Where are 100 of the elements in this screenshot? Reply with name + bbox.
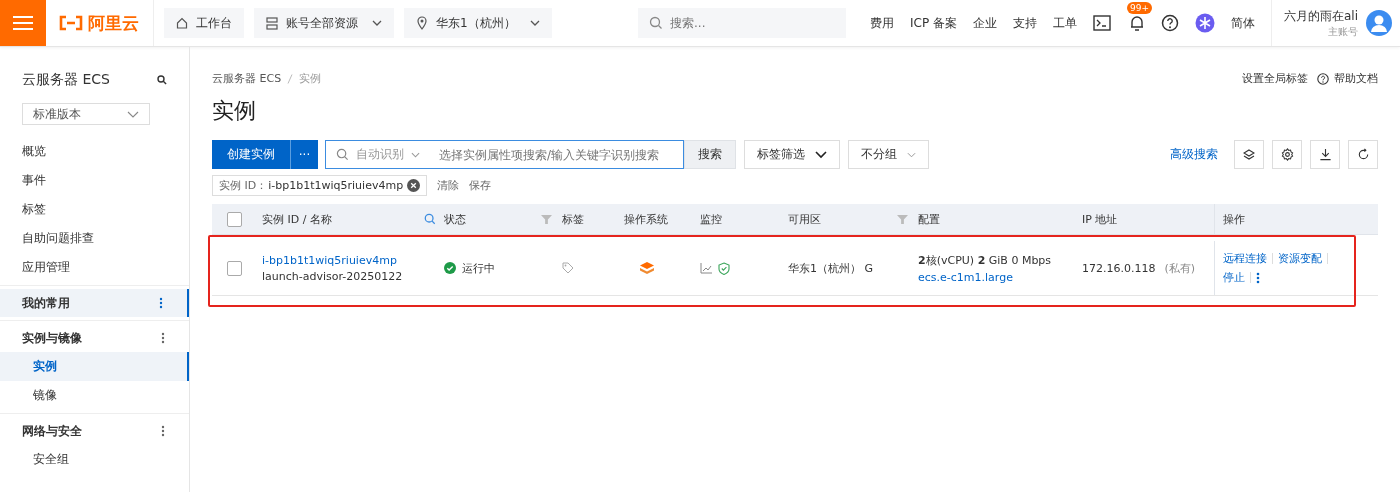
caret-icon <box>529 20 540 26</box>
layers-icon <box>1243 148 1255 161</box>
user-name: 六月的雨在ali <box>1283 7 1358 25</box>
refresh-icon <box>1356 148 1370 161</box>
advanced-search-link[interactable]: 高级搜索 <box>1170 146 1218 163</box>
sidebar-item[interactable]: 标签 <box>0 195 189 224</box>
search-icon[interactable] <box>157 75 167 85</box>
column-header: 监控 <box>700 211 722 227</box>
terminal-icon[interactable] <box>1092 15 1111 31</box>
column-header: 可用区 <box>788 211 821 227</box>
top-link[interactable]: 工单 <box>1052 14 1077 32</box>
layers-icon <box>640 261 654 275</box>
caret-icon <box>372 20 382 26</box>
column-header: 标签 <box>562 211 584 227</box>
caret-icon <box>411 151 420 158</box>
zone-text: 华东1（杭州） G <box>788 260 874 276</box>
sidebar-group[interactable]: 网络与安全 <box>0 417 189 445</box>
layers-button[interactable] <box>1234 140 1264 169</box>
user-role: 主账号 <box>1328 24 1358 39</box>
shield-icon[interactable] <box>718 261 730 275</box>
ip-kind: (私有) <box>1164 260 1196 276</box>
group-select[interactable]: 不分组 <box>848 140 929 169</box>
version-select[interactable]: 标准版本 <box>22 103 150 125</box>
top-link[interactable]: 支持 <box>1012 14 1037 32</box>
action-link[interactable]: 停止 <box>1223 270 1245 285</box>
top-link[interactable]: 费用 <box>870 14 894 32</box>
action-link[interactable]: 远程连接 <box>1223 251 1267 266</box>
logo-icon <box>58 15 84 31</box>
page-title: 实例 <box>212 97 257 125</box>
sidebar-item[interactable]: 自助问题排查 <box>0 224 189 253</box>
instance-type-link[interactable]: ecs.e-c1m1.large <box>918 270 1013 284</box>
notification-badge: 99+ <box>1126 2 1152 14</box>
bell-icon[interactable] <box>1128 14 1145 32</box>
column-header: 状态 <box>444 211 466 227</box>
help-icon <box>1317 72 1329 85</box>
sidebar-item[interactable]: 事件 <box>0 166 189 195</box>
caret-icon <box>127 110 139 118</box>
filter-value: i-bp1b1t1wiq5riuiev4mp <box>268 179 404 192</box>
menu-button[interactable] <box>0 0 46 46</box>
more-button[interactable]: ··· <box>290 140 318 169</box>
clear-link[interactable]: 清除 <box>437 178 460 193</box>
sidebar-item[interactable]: 镜像 <box>0 381 189 410</box>
sidebar-item[interactable]: 应用管理 <box>0 253 189 282</box>
column-header: 实例 ID / 名称 <box>262 211 332 227</box>
sidebar-item[interactable]: 概览 <box>0 137 189 166</box>
settings-button[interactable] <box>1272 140 1302 169</box>
instance-name: launch-advisor-20250122 <box>262 269 403 283</box>
tag-filter-button[interactable]: 标签筛选 <box>744 140 840 169</box>
download-button[interactable] <box>1310 140 1340 169</box>
sidebar-group[interactable]: 我的常用 <box>0 289 189 317</box>
sidebar-item[interactable]: 实例 <box>0 352 189 381</box>
search-field[interactable]: 搜索... <box>638 8 846 38</box>
nav-button[interactable]: 工作台 <box>164 8 244 38</box>
save-link[interactable]: 保存 <box>469 178 492 193</box>
ip-address: 172.16.0.118 <box>1082 261 1156 275</box>
nav-button[interactable]: 华东1（杭州） <box>404 8 552 38</box>
more-icon[interactable] <box>161 425 165 437</box>
caret-icon <box>907 151 916 158</box>
search-button[interactable]: 搜索 <box>684 140 736 169</box>
help-icon[interactable] <box>1160 14 1179 32</box>
server-icon <box>266 16 278 30</box>
header-link[interactable]: 设置全局标签 <box>1242 71 1308 86</box>
avatar-icon[interactable] <box>1366 10 1392 36</box>
logo-text: 阿里云 <box>88 11 139 35</box>
column-header: 操作 <box>1223 211 1245 227</box>
filter-key: 实例 ID： <box>219 178 268 193</box>
checkbox[interactable] <box>227 260 242 276</box>
sidebar-title: 云服务器 ECS <box>22 71 110 89</box>
check-circle-icon <box>444 262 456 274</box>
config-text: 2核(vCPU) 2 GiB 0 Mbps <box>918 252 1052 268</box>
location-icon <box>416 16 428 30</box>
more-icon[interactable] <box>1256 271 1260 284</box>
breadcrumb-link[interactable]: 云服务器 ECS <box>212 71 282 86</box>
menu-icon <box>13 15 33 31</box>
nav-button[interactable]: 账号全部资源 <box>254 8 394 38</box>
more-icon[interactable] <box>161 332 165 344</box>
instance-id-link[interactable]: i-bp1b1t1wiq5riuiev4mp <box>262 253 397 267</box>
breadcrumb-separator-icon <box>287 73 294 84</box>
search-icon <box>649 16 663 30</box>
top-link[interactable]: 企业 <box>972 14 997 32</box>
header-link[interactable]: 帮助文档 <box>1334 71 1378 86</box>
refresh-button[interactable] <box>1348 140 1378 169</box>
settings-icon <box>1280 148 1294 161</box>
column-header: 配置 <box>918 211 940 227</box>
download-icon <box>1318 148 1332 161</box>
sidebar-group[interactable]: 实例与镜像 <box>0 324 189 352</box>
home-icon <box>176 17 188 29</box>
search-icon <box>336 148 349 161</box>
close-icon[interactable] <box>407 179 421 192</box>
sidebar-item[interactable]: 安全组 <box>0 445 189 474</box>
action-link[interactable]: 资源变配 <box>1278 251 1322 266</box>
language-link[interactable]: 简体 <box>1230 14 1255 32</box>
top-link[interactable]: ICP 备案 <box>910 14 957 32</box>
chart-icon[interactable] <box>700 262 712 274</box>
more-icon[interactable] <box>159 297 163 309</box>
star-app-icon[interactable] <box>1194 13 1215 33</box>
checkbox[interactable] <box>227 211 242 227</box>
status-text: 运行中 <box>462 260 495 276</box>
create-button[interactable]: 创建实例 <box>212 140 290 169</box>
caret-icon <box>815 150 827 159</box>
